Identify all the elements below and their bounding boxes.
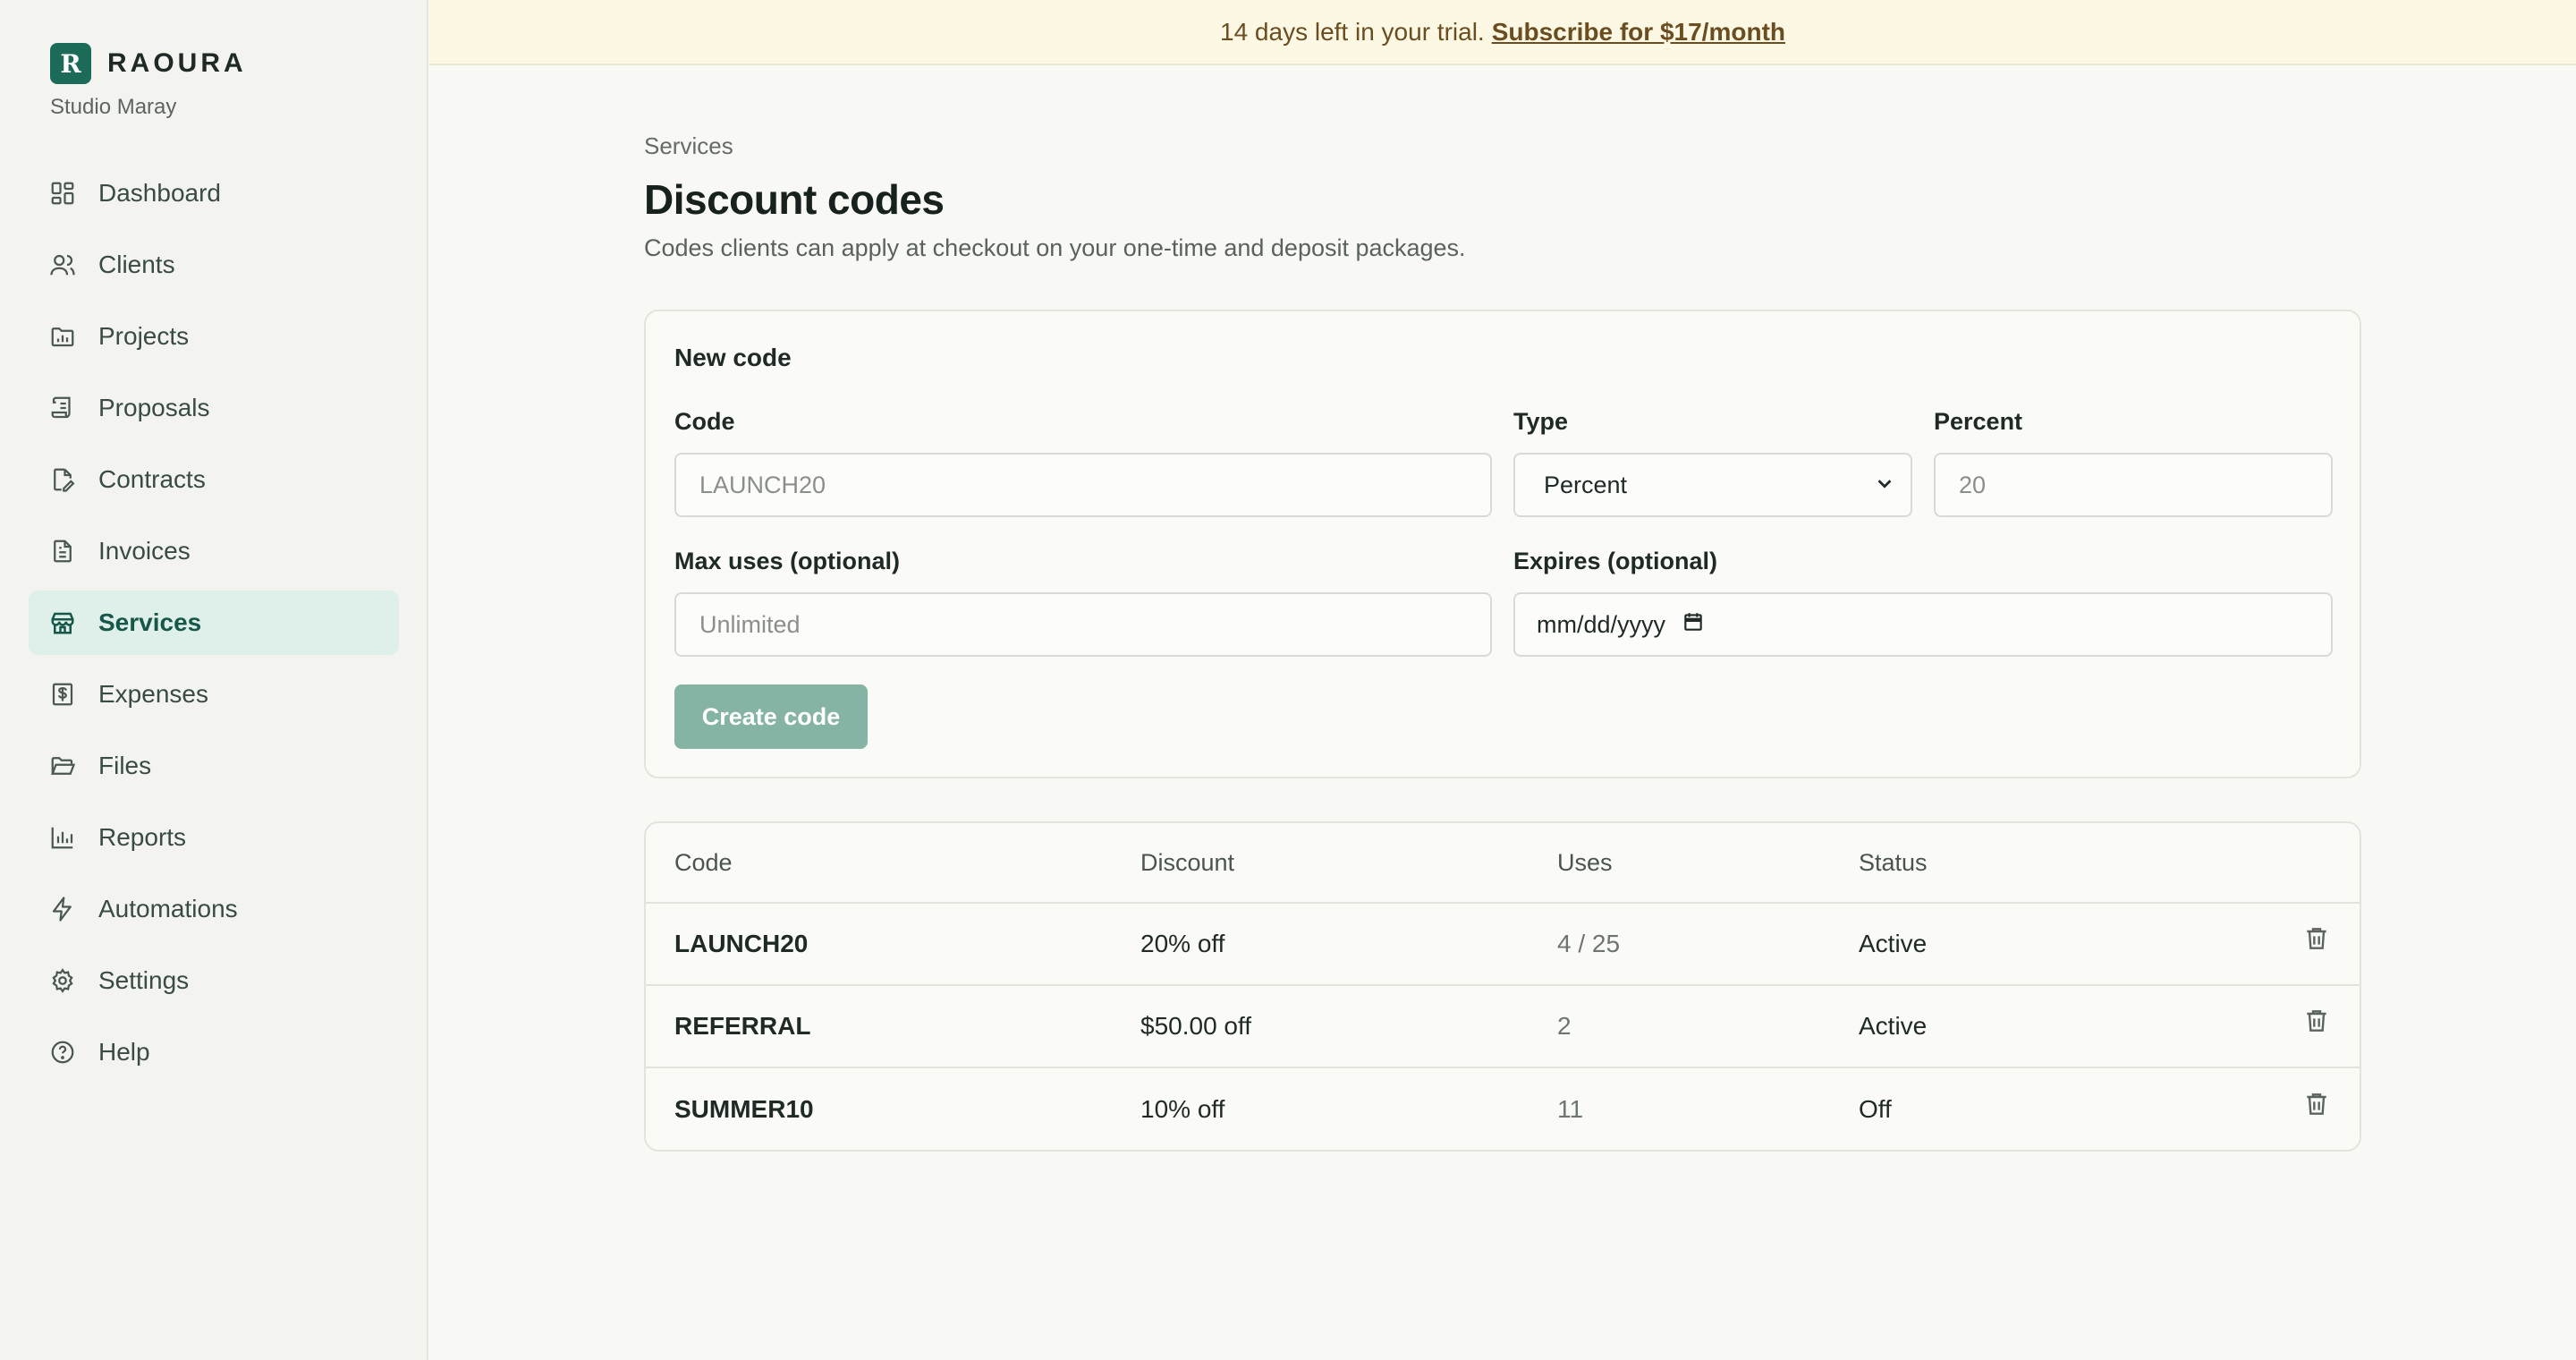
- expires-date-input[interactable]: mm/dd/yyyy: [1513, 592, 2333, 657]
- bar-chart-icon: [48, 823, 77, 852]
- sidebar-item-expenses[interactable]: Expenses: [29, 662, 399, 727]
- zap-icon: [48, 895, 77, 923]
- uses-cell: 2: [1557, 1012, 1572, 1040]
- status-cell[interactable]: Off: [1859, 1068, 1892, 1150]
- trial-text: 14 days left in your trial.: [1220, 17, 1485, 46]
- sidebar-item-label: Proposals: [98, 394, 210, 421]
- sidebar-item-dashboard[interactable]: Dashboard: [29, 161, 399, 225]
- table-header: Code Discount Uses Status: [646, 823, 2360, 904]
- header-code: Code: [674, 848, 733, 876]
- status-cell[interactable]: Active: [1859, 904, 1927, 984]
- status-cell[interactable]: Active: [1859, 986, 1927, 1067]
- brand[interactable]: R RAOURA: [50, 43, 247, 84]
- expires-label: Expires (optional): [1513, 548, 1718, 574]
- file-text-icon: [48, 537, 77, 565]
- code-cell: LAUNCH20: [674, 930, 809, 957]
- sidebar-item-invoices[interactable]: Invoices: [29, 519, 399, 583]
- sidebar-item-label: Expenses: [98, 680, 208, 708]
- sidebar-item-label: Help: [98, 1038, 150, 1066]
- store-icon: [48, 608, 77, 637]
- sidebar-item-label: Projects: [98, 322, 190, 350]
- page-subtitle: Codes clients can apply at checkout on y…: [644, 234, 1466, 261]
- sidebar-item-help[interactable]: Help: [29, 1020, 399, 1084]
- sidebar-item-label: Reports: [98, 823, 187, 851]
- sidebar-item-proposals[interactable]: Proposals: [29, 376, 399, 440]
- scroll-icon: [48, 394, 77, 422]
- discount-cell: 20% off: [1140, 930, 1225, 957]
- codes-table: Code Discount Uses Status LAUNCH20 20% o…: [644, 821, 2361, 1152]
- gear-icon: [48, 966, 77, 995]
- users-icon: [48, 251, 77, 279]
- table-row: SUMMER10 10% off 11 Off: [646, 1068, 2360, 1150]
- type-select[interactable]: Percent: [1513, 453, 1912, 517]
- sidebar-item-label: Contracts: [98, 465, 206, 493]
- discount-cell: 10% off: [1140, 1095, 1225, 1123]
- sidebar-item-clients[interactable]: Clients: [29, 233, 399, 297]
- calendar-icon[interactable]: [1682, 610, 1705, 640]
- subscribe-link[interactable]: Subscribe for $17/month: [1492, 18, 1785, 47]
- sidebar-item-contracts[interactable]: Contracts: [29, 447, 399, 512]
- chevron-down-icon: [1875, 472, 1894, 499]
- sidebar-item-automations[interactable]: Automations: [29, 877, 399, 941]
- sidebar-item-files[interactable]: Files: [29, 734, 399, 798]
- sidebar-item-label: Clients: [98, 251, 175, 278]
- folder-open-icon: [48, 752, 77, 780]
- page-title: Discount codes: [644, 176, 945, 223]
- code-cell: REFERRAL: [674, 1012, 811, 1040]
- workspace-name: Studio Maray: [50, 95, 177, 119]
- table-row: REFERRAL $50.00 off 2 Active: [646, 986, 2360, 1068]
- table-row: LAUNCH20 20% off 4 / 25 Active: [646, 904, 2360, 986]
- code-label: Code: [674, 408, 735, 435]
- percent-input[interactable]: 20: [1934, 453, 2333, 517]
- percent-label: Percent: [1934, 408, 2023, 435]
- trash-icon[interactable]: [2302, 898, 2331, 979]
- sidebar-item-reports[interactable]: Reports: [29, 805, 399, 870]
- help-circle-icon: [48, 1038, 77, 1067]
- code-cell: SUMMER10: [674, 1095, 814, 1123]
- sidebar: R RAOURA Studio Maray Dashboard Clients …: [0, 0, 428, 1360]
- sidebar-item-label: Automations: [98, 895, 238, 922]
- type-select-value: Percent: [1544, 471, 1628, 498]
- folder-chart-icon: [48, 322, 77, 351]
- trash-icon[interactable]: [2302, 981, 2331, 1061]
- dashboard-icon: [48, 179, 77, 208]
- discount-cell: $50.00 off: [1140, 1012, 1252, 1040]
- trash-icon[interactable]: [2302, 1063, 2331, 1145]
- header-status: Status: [1859, 848, 1928, 876]
- receipt-icon: [48, 680, 77, 709]
- brand-name: RAOURA: [107, 48, 247, 78]
- type-label: Type: [1513, 408, 1569, 435]
- sidebar-item-settings[interactable]: Settings: [29, 948, 399, 1013]
- sidebar-item-projects[interactable]: Projects: [29, 304, 399, 369]
- trial-banner: 14 days left in your trial. Subscribe fo…: [429, 0, 2576, 65]
- max-uses-input[interactable]: Unlimited: [674, 592, 1492, 657]
- sidebar-item-services[interactable]: Services: [29, 591, 399, 655]
- uses-cell: 4 / 25: [1557, 930, 1621, 957]
- sidebar-nav: Dashboard Clients Projects Proposals Con…: [29, 161, 399, 1092]
- new-code-title: New code: [674, 344, 792, 371]
- header-uses: Uses: [1557, 848, 1613, 876]
- sidebar-item-label: Settings: [98, 966, 190, 994]
- header-discount: Discount: [1140, 848, 1235, 876]
- uses-cell: 11: [1557, 1095, 1584, 1123]
- expires-date-value: mm/dd/yyyy: [1537, 610, 1666, 638]
- code-input[interactable]: LAUNCH20: [674, 453, 1492, 517]
- sidebar-item-label: Files: [98, 752, 152, 779]
- sidebar-item-label: Services: [98, 608, 202, 636]
- file-pen-icon: [48, 465, 77, 494]
- create-code-button[interactable]: Create code: [674, 684, 868, 749]
- max-uses-label: Max uses (optional): [674, 548, 901, 574]
- sidebar-item-label: Dashboard: [98, 179, 221, 207]
- breadcrumb[interactable]: Services: [644, 132, 733, 160]
- brand-logo-icon: R: [50, 43, 91, 84]
- sidebar-item-label: Invoices: [98, 537, 191, 565]
- new-code-card: New code Code LAUNCH20 Type Percent Perc…: [644, 310, 2361, 778]
